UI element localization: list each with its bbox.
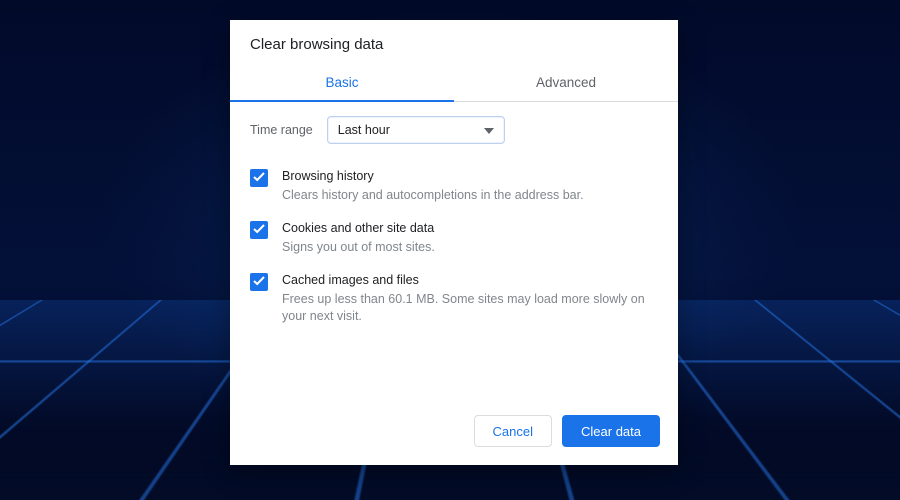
button-label: Clear data [581,424,641,439]
checkbox-browsing-history[interactable] [250,169,268,187]
tab-basic[interactable]: Basic [230,67,454,102]
item-title: Cookies and other site data [282,220,658,238]
tab-label: Advanced [536,75,596,90]
time-range-label: Time range [250,123,313,137]
tab-label: Basic [325,75,358,90]
item-desc: Signs you out of most sites. [282,239,658,257]
clear-data-button[interactable]: Clear data [562,415,660,447]
item-desc: Frees up less than 60.1 MB. Some sites m… [282,291,658,326]
list-item: Browsing history Clears history and auto… [250,156,658,208]
item-title: Browsing history [282,168,658,186]
tabs: Basic Advanced [230,67,678,102]
item-title: Cached images and files [282,272,658,290]
item-text: Browsing history Clears history and auto… [282,168,658,204]
check-icon [253,273,265,291]
spacer [230,330,678,402]
cancel-button[interactable]: Cancel [474,415,552,447]
item-text: Cookies and other site data Signs you ou… [282,220,658,256]
items-list: Browsing history Clears history and auto… [230,154,678,330]
item-desc: Clears history and autocompletions in th… [282,187,658,205]
time-range-value: Last hour [338,123,390,137]
list-item: Cached images and files Frees up less th… [250,260,658,330]
check-icon [253,221,265,239]
checkbox-cached[interactable] [250,273,268,291]
checkbox-cookies[interactable] [250,221,268,239]
tab-advanced[interactable]: Advanced [454,67,678,101]
item-text: Cached images and files Frees up less th… [282,272,658,326]
clear-browsing-data-dialog: Clear browsing data Basic Advanced Time … [230,20,678,465]
time-range-select[interactable]: Last hour [327,116,505,144]
chevron-down-icon [484,123,494,137]
check-icon [253,169,265,187]
dialog-title: Clear browsing data [230,20,678,67]
time-range-row: Time range Last hour [230,102,678,154]
button-label: Cancel [493,424,533,439]
list-item: Cookies and other site data Signs you ou… [250,208,658,260]
dialog-actions: Cancel Clear data [230,401,678,465]
